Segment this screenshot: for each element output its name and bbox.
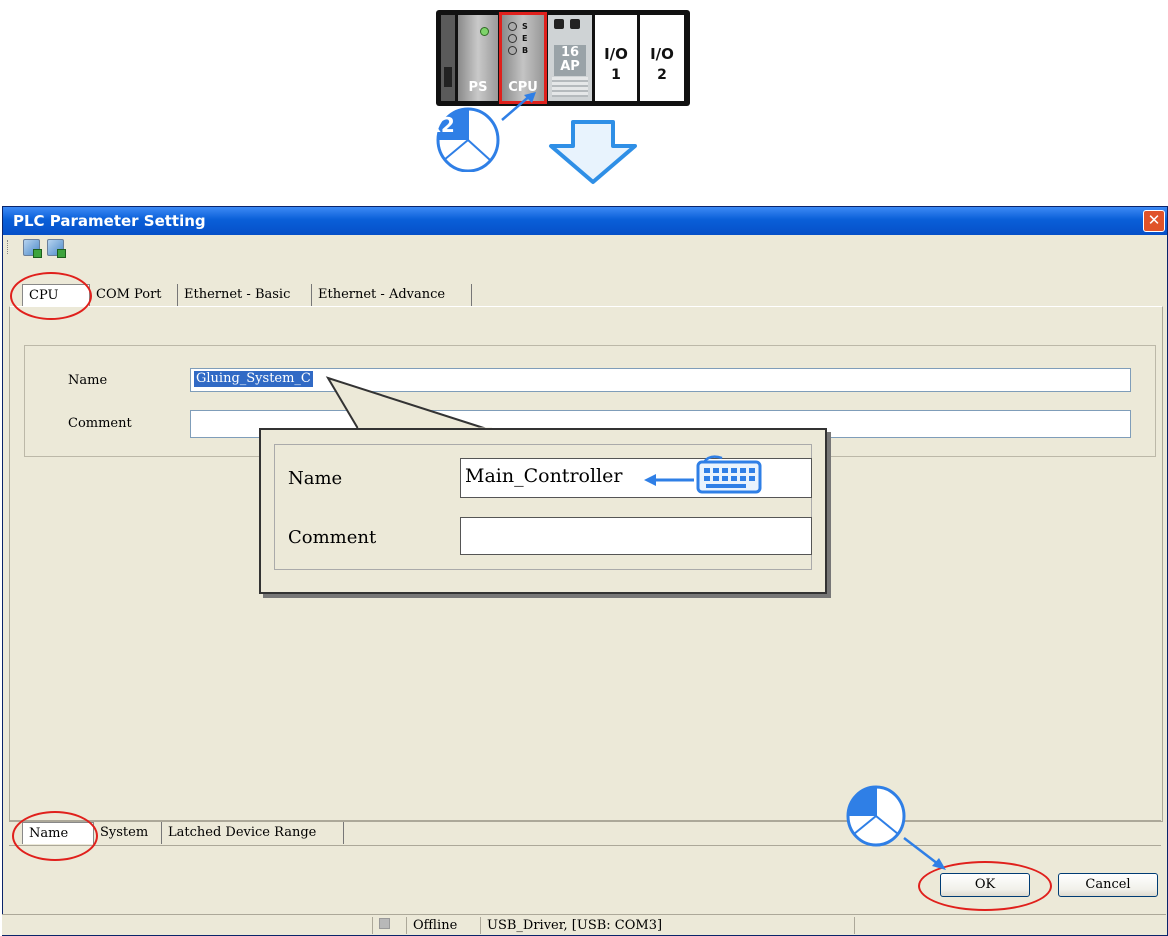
rack-slot-io-2[interactable]: I/O 2	[640, 15, 684, 101]
rack-slot-io-1[interactable]: I/O 1	[595, 15, 637, 101]
status-indicator	[372, 917, 404, 934]
keyboard-entry-icon	[644, 455, 762, 494]
io-2-number: 2	[657, 67, 667, 83]
down-arrow-icon	[549, 120, 637, 184]
led-s-label: S	[522, 22, 528, 31]
tab-latched-device-range[interactable]: Latched Device Range	[162, 822, 344, 844]
led-b-label: B	[522, 46, 529, 55]
click-mouse-icon	[846, 785, 946, 870]
module-port-icon	[554, 19, 564, 29]
io-1-number: 1	[611, 67, 621, 83]
io-2-label: I/O	[650, 45, 674, 63]
dialog-title: PLC Parameter Setting	[13, 212, 206, 230]
rack-module-cpu[interactable]: S E B CPU	[499, 12, 547, 104]
module-vent-grid	[552, 77, 588, 97]
toolbar-grip	[7, 240, 10, 254]
power-led-icon	[480, 27, 489, 36]
export-parameters-icon[interactable]	[47, 239, 66, 258]
rack-module-ap[interactable]: 16 AP	[548, 15, 592, 101]
callout-comment-field[interactable]	[460, 517, 812, 555]
io-1-label: I/O	[604, 45, 628, 63]
led-e-label: E	[522, 34, 528, 43]
callout-name-value: Main_Controller	[465, 465, 623, 487]
button-bar-divider	[9, 845, 1161, 846]
tab-ethernet-basic[interactable]: Ethernet - Basic	[178, 284, 312, 306]
cancel-button[interactable]: Cancel	[1058, 873, 1158, 897]
rack-module-ps[interactable]: PS	[458, 15, 498, 101]
comment-label: Comment	[68, 416, 132, 431]
module-label-ap-bottom: AP	[560, 59, 580, 74]
status-empty-cell	[854, 917, 1164, 934]
close-button[interactable]: ✕	[1143, 210, 1165, 232]
name-label: Name	[68, 373, 108, 388]
title-bar[interactable]: PLC Parameter Setting ✕	[3, 207, 1167, 235]
toolbar	[3, 235, 1167, 259]
rack-connector	[441, 15, 455, 101]
name-tab-highlight	[12, 811, 98, 861]
double-click-badge: x2	[428, 113, 455, 137]
module-port-icon	[570, 19, 580, 29]
led-e-icon	[508, 34, 517, 43]
callout-comment-label: Comment	[288, 527, 377, 548]
cpu-tab-highlight	[10, 272, 92, 320]
name-field-selected-text: Gluing_System_C	[194, 371, 313, 387]
callout-name-label: Name	[288, 468, 343, 489]
status-bar: Offline USB_Driver, [USB: COM3]	[2, 914, 1166, 935]
tab-com-port[interactable]: COM Port	[90, 284, 178, 306]
led-s-icon	[508, 22, 517, 31]
tab-ethernet-advance[interactable]: Ethernet - Advance	[312, 284, 472, 306]
driver-status: USB_Driver, [USB: COM3]	[480, 917, 852, 934]
offline-indicator-icon	[379, 918, 390, 929]
module-label-ap: 16 AP	[554, 45, 586, 76]
import-parameters-icon[interactable]	[23, 239, 42, 258]
led-b-icon	[508, 46, 517, 55]
module-label-ap-top: 16	[560, 45, 580, 60]
tab-system[interactable]: System	[94, 822, 162, 844]
connection-status: Offline	[406, 917, 478, 934]
